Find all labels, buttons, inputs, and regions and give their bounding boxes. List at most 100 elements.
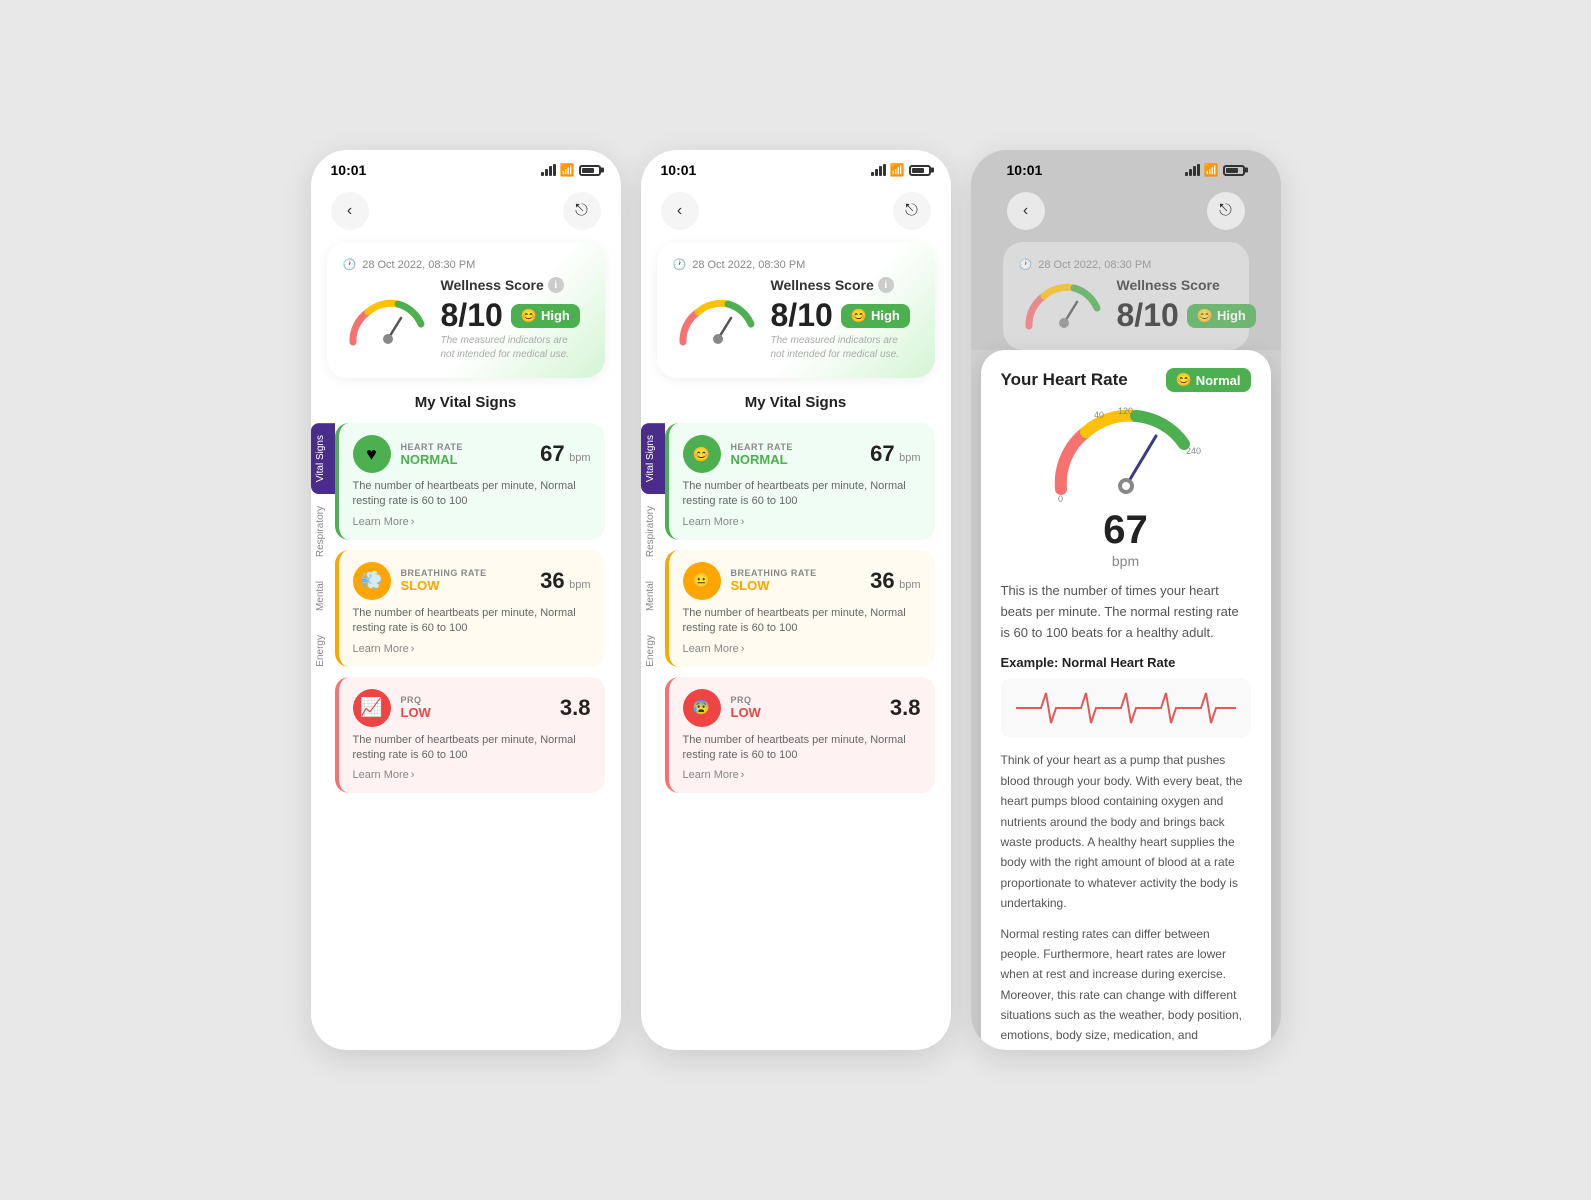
info-icon-2[interactable]: i	[878, 277, 894, 293]
tab-mental-1[interactable]: Mental	[311, 569, 335, 623]
wellness-card-1: 🕐 28 Oct 2022, 08:30 PM	[327, 242, 605, 378]
normal-badge: 😊 Normal	[1166, 368, 1251, 392]
status-icons-2: 📶	[871, 163, 931, 177]
hr-body-text-2: Normal resting rates can differ between …	[1001, 924, 1251, 1046]
learn-more-breathing-1[interactable]: Learn More ›	[353, 643, 591, 655]
tab-energy-2[interactable]: Energy	[641, 623, 665, 679]
learn-more-heart-1[interactable]: Learn More ›	[353, 516, 591, 528]
phone-screen-3: 10:01 📶 ‹ ⎋ 🕐	[971, 150, 1281, 1050]
wellness-date-2: 🕐 28 Oct 2022, 08:30 PM	[673, 258, 919, 271]
gauge-3	[1019, 278, 1109, 333]
header-3: ‹ ⎋	[987, 184, 1265, 242]
wifi-icon-1: 📶	[560, 163, 575, 177]
breathing-icon-2: 😐	[683, 562, 721, 600]
tab-sidebar-1: Vital Signs Respiratory Mental Energy	[311, 423, 335, 793]
wifi-icon-3: 📶	[1204, 163, 1219, 177]
vital-info-prq-2: PRQ LOW	[731, 695, 880, 720]
vital-signs-title-2: My Vital Signs	[641, 394, 951, 411]
vital-value-prq-1: 3.8	[560, 695, 591, 721]
back-button-3[interactable]: ‹	[1007, 192, 1045, 230]
vital-value-breathing-2: 36 bpm	[870, 568, 920, 594]
tab-energy-1[interactable]: Energy	[311, 623, 335, 679]
vital-signs-2: My Vital Signs Vital Signs Respiratory M…	[641, 394, 951, 801]
share-button-3[interactable]: ⎋	[1207, 192, 1245, 230]
svg-text:240: 240	[1186, 446, 1201, 456]
signal-icon-3	[1185, 164, 1200, 176]
time-2: 10:01	[661, 162, 697, 178]
vital-card-prq-2: 😰 PRQ LOW 3.8 The number of heartbeats p…	[665, 677, 935, 794]
signal-icon-2	[871, 164, 886, 176]
heart-rate-card: Your Heart Rate 😊 Normal	[981, 350, 1271, 1050]
header-1: ‹ ⎋	[311, 184, 621, 242]
learn-more-prq-1[interactable]: Learn More ›	[353, 769, 591, 781]
breathing-icon-1: 💨	[353, 562, 391, 600]
wifi-icon-2: 📶	[890, 163, 905, 177]
vital-value-breathing-1: 36 bpm	[540, 568, 590, 594]
tab-vital-2[interactable]: Vital Signs	[641, 423, 665, 494]
score-note-2: The measured indicators are not intended…	[771, 334, 911, 362]
hr-description: This is the number of times your heart b…	[1001, 581, 1251, 643]
heart-rate-value: 67 bpm	[1001, 508, 1251, 569]
svg-text:0: 0	[1058, 494, 1063, 504]
status-bar-2: 10:01 📶	[641, 150, 951, 184]
vital-value-prq-2: 3.8	[890, 695, 921, 721]
vital-info-breathing-2: BREATHING RATE SLOW	[731, 568, 861, 593]
hr-body-text-1: Think of your heart as a pump that pushe…	[1001, 750, 1251, 913]
share-button-2[interactable]: ⎋	[893, 192, 931, 230]
high-badge-2: 😊 High	[841, 304, 910, 328]
ecg-box	[1001, 678, 1251, 738]
vital-card-heart-2: 😊 HEART RATE NORMAL 67 bpm The number of…	[665, 423, 935, 540]
learn-more-heart-2[interactable]: Learn More ›	[683, 516, 921, 528]
vital-info-heart-1: HEART RATE NORMAL	[401, 442, 531, 467]
tab-vital-1[interactable]: Vital Signs	[311, 423, 335, 494]
back-button-2[interactable]: ‹	[661, 192, 699, 230]
wellness-score-label-1: Wellness Score i	[441, 277, 589, 293]
battery-icon-3	[1223, 165, 1245, 176]
back-button-1[interactable]: ‹	[331, 192, 369, 230]
wellness-date-3: 🕐 28 Oct 2022, 08:30 PM	[1019, 258, 1233, 271]
vital-cards-1: ♥ HEART RATE NORMAL 67 bpm The number of…	[335, 423, 621, 793]
wellness-score-2: 8/10	[771, 297, 833, 334]
gauge-2	[673, 294, 763, 349]
high-badge-1: 😊 High	[511, 304, 580, 328]
vital-card-breathing-1: 💨 BREATHING RATE SLOW 36 bpm The number …	[335, 550, 605, 667]
phone-screen-1: 10:01 📶 ‹ ⎋ 🕐 28 Oct 2022, 08:30 PM	[311, 150, 621, 1050]
hr-example-title: Example: Normal Heart Rate	[1001, 655, 1251, 670]
learn-more-prq-2[interactable]: Learn More ›	[683, 769, 921, 781]
vital-cards-2: 😊 HEART RATE NORMAL 67 bpm The number of…	[665, 423, 951, 793]
score-note-1: The measured indicators are not intended…	[441, 334, 581, 362]
prq-icon-1: 📈	[353, 689, 391, 727]
status-icons-1: 📶	[541, 163, 601, 177]
status-icons-3: 📶	[1185, 163, 1245, 177]
vital-card-heart-1: ♥ HEART RATE NORMAL 67 bpm The number of…	[335, 423, 605, 540]
info-icon-1[interactable]: i	[548, 277, 564, 293]
time-3: 10:01	[1007, 162, 1043, 178]
wellness-bg-3: 🕐 28 Oct 2022, 08:30 PM	[1003, 242, 1249, 350]
vital-info-prq-1: PRQ LOW	[401, 695, 550, 720]
vital-signs-1: My Vital Signs Vital Signs Respiratory M…	[311, 394, 621, 801]
tab-respiratory-1[interactable]: Respiratory	[311, 494, 335, 569]
heart-rate-header: Your Heart Rate 😊 Normal	[1001, 368, 1251, 392]
svg-text:40: 40	[1094, 410, 1104, 420]
vital-signs-title-1: My Vital Signs	[311, 394, 621, 411]
vital-value-heart-2: 67 bpm	[870, 441, 920, 467]
time-1: 10:01	[331, 162, 367, 178]
vital-card-prq-1: 📈 PRQ LOW 3.8 The number of heartbeats p…	[335, 677, 605, 794]
vital-card-breathing-2: 😐 BREATHING RATE SLOW 36 bpm The number …	[665, 550, 935, 667]
status-bar-3: 10:01 📶	[987, 150, 1265, 184]
gauge-1	[343, 294, 433, 349]
header-2: ‹ ⎋	[641, 184, 951, 242]
learn-more-breathing-2[interactable]: Learn More ›	[683, 643, 921, 655]
share-button-1[interactable]: ⎋	[563, 192, 601, 230]
heart-rate-title: Your Heart Rate	[1001, 370, 1128, 390]
signal-icon-1	[541, 164, 556, 176]
wellness-card-2: 🕐 28 Oct 2022, 08:30 PM	[657, 242, 935, 378]
tab-mental-2[interactable]: Mental	[641, 569, 665, 623]
tab-sidebar-2: Vital Signs Respiratory Mental Energy	[641, 423, 665, 793]
tabs-outer-1: Vital Signs Respiratory Mental Energy ♥ …	[311, 423, 621, 793]
battery-icon-1	[579, 165, 601, 176]
wellness-date-1: 🕐 28 Oct 2022, 08:30 PM	[343, 258, 589, 271]
tab-respiratory-2[interactable]: Respiratory	[641, 494, 665, 569]
high-badge-3: 😊 High	[1187, 304, 1256, 328]
big-gauge: 0 120 240 40	[1001, 404, 1251, 504]
